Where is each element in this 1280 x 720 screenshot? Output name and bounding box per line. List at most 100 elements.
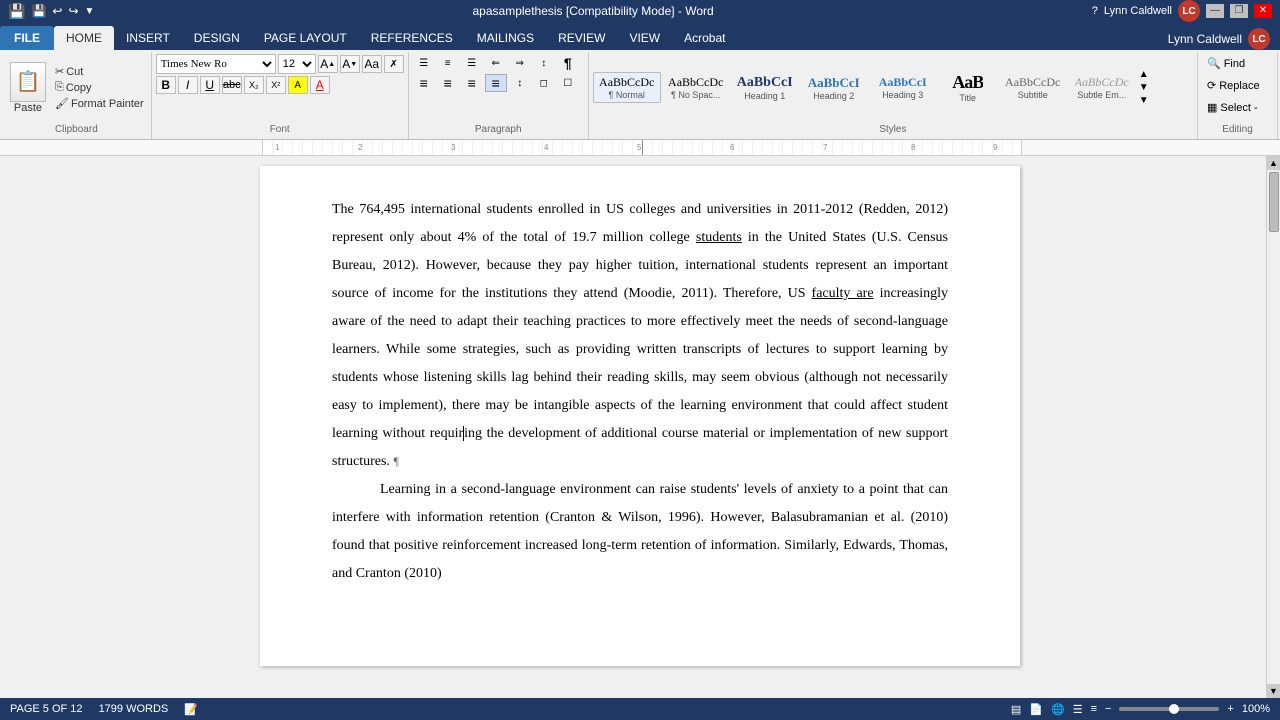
indent-decrease-button[interactable]: ⇐ [485,54,507,72]
show-hide-button[interactable]: ¶ [557,54,579,72]
document-page[interactable]: The 764,495 international students enrol… [260,166,1020,666]
zoom-level[interactable]: 100% [1242,703,1270,715]
numbering-button[interactable]: ≡ [437,54,459,72]
tab-page-layout[interactable]: PAGE LAYOUT [252,26,359,50]
format-painter-button[interactable]: 🖌 Format Painter [52,96,147,111]
styles-more[interactable]: ▼ [1139,95,1153,106]
close-button[interactable]: ✕ [1254,4,1272,18]
justify-button[interactable]: ≡ [485,74,507,92]
italic-button[interactable]: I [178,76,198,94]
view-full-reading[interactable]: 📄 [1029,703,1043,716]
bold-button[interactable]: B [156,76,176,94]
text-color-button[interactable]: A [310,76,330,94]
font-name-select[interactable]: Times New Ro [156,54,276,74]
align-right-button[interactable]: ≡ [461,74,483,92]
font-shrink-button[interactable]: A▼ [340,55,360,73]
style-subtitle[interactable]: AaBbCcDc Subtitle [999,72,1067,103]
document-area[interactable]: The 764,495 international students enrol… [14,156,1266,698]
copy-button[interactable]: ⎘ Copy [52,80,147,95]
quick-access-undo[interactable]: ↩ [52,4,62,18]
font-grow-button[interactable]: A▲ [318,55,338,73]
align-left-button[interactable]: ≡ [413,74,435,92]
select-button[interactable]: ▦ Select - [1202,98,1265,117]
subscript-button[interactable]: X₂ [244,76,264,94]
align-center-button[interactable]: ≡ [437,74,459,92]
styles-scroll-up[interactable]: ▲ [1139,69,1153,80]
scrollbar-right[interactable]: ▲ ▼ [1266,156,1280,698]
style-subtle-em-label: Subtle Em... [1077,90,1126,100]
help-icon[interactable]: ? [1092,5,1098,17]
quick-access-customize[interactable]: ▼ [85,6,95,17]
user-avatar: LC [1178,0,1200,22]
minimize-button[interactable]: — [1206,4,1224,18]
view-web-layout[interactable]: 🌐 [1051,703,1065,716]
bullets-button[interactable]: ☰ [413,54,435,72]
tab-insert[interactable]: INSERT [114,26,182,50]
clear-formatting-button[interactable]: ✗ [384,55,404,73]
tab-design[interactable]: DESIGN [182,26,252,50]
tab-review[interactable]: REVIEW [546,26,617,50]
style-subtle-em[interactable]: AaBbCcDc Subtle Em... [1068,72,1136,103]
user-name: Lynn Caldwell [1104,5,1172,17]
tab-view[interactable]: VIEW [617,26,672,50]
styles-label: Styles [593,121,1193,137]
superscript-button[interactable]: X² [266,76,286,94]
page-indicator: PAGE 5 OF 12 [10,703,83,715]
change-case-button[interactable]: Aa [362,55,382,73]
text-highlight-button[interactable]: A [288,76,308,94]
quick-access-redo[interactable]: ↪ [68,4,78,18]
borders-button[interactable]: ☐ [557,74,579,92]
paragraph-2[interactable]: Learning in a second-language environmen… [332,476,948,588]
cut-button[interactable]: ✂ Cut [52,64,147,79]
view-draft[interactable]: ≡ [1091,703,1097,715]
style-normal[interactable]: AaBbCcDc ¶ Normal [593,72,661,103]
style-title-label: Title [959,93,976,103]
replace-button[interactable]: ⟳ Replace [1202,76,1265,95]
style-heading2[interactable]: AaBbCcI Heading 2 [800,72,868,104]
underline-button[interactable]: U [200,76,220,94]
sort-button[interactable]: ↕ [533,54,555,72]
scroll-down-button[interactable]: ▼ [1267,684,1280,698]
status-right: ▤ 📄 🌐 ☰ ≡ − + 100% [1011,703,1270,716]
zoom-out-button[interactable]: − [1105,703,1111,715]
view-outline[interactable]: ☰ [1073,703,1083,716]
zoom-slider[interactable] [1119,707,1219,711]
indent-increase-button[interactable]: ⇒ [509,54,531,72]
scroll-thumb[interactable] [1269,172,1279,232]
style-subtitle-preview: AaBbCcDc [1005,75,1060,90]
styles-scroll-down[interactable]: ▼ [1139,82,1153,93]
title-bar: 💾 💾 ↩ ↪ ▼ apasamplethesis [Compatibility… [0,0,1280,22]
style-no-spacing[interactable]: AaBbCcDc ¶ No Spac... [662,72,730,103]
tab-acrobat[interactable]: Acrobat [672,26,737,50]
cut-icon: ✂ [55,65,64,78]
strikethrough-button[interactable]: abc [222,76,242,94]
scroll-up-button[interactable]: ▲ [1267,156,1280,170]
shading-button[interactable]: ◻ [533,74,555,92]
tab-home[interactable]: HOME [54,26,114,50]
paragraph-controls: ☰ ≡ ☰ ⇐ ⇒ ↕ ¶ ≡ ≡ ≡ ≡ ↕ ◻ ☐ [413,54,584,121]
title-bar-center: apasamplethesis [Compatibility Mode] - W… [94,4,1091,18]
font-row1: Times New Ro 12 A▲ A▼ Aa ✗ [156,54,404,74]
view-print-layout[interactable]: ▤ [1011,703,1021,716]
tab-references[interactable]: REFERENCES [359,26,465,50]
style-subtle-em-preview: AaBbCcDc [1075,75,1129,90]
zoom-in-button[interactable]: + [1227,703,1233,715]
clipboard-small-buttons: ✂ Cut ⎘ Copy 🖌 Format Painter [52,64,147,111]
paragraph-1[interactable]: The 764,495 international students enrol… [332,196,948,476]
tab-mailings[interactable]: MAILINGS [465,26,546,50]
user-name-tab: Lynn Caldwell [1168,32,1242,46]
tab-file[interactable]: FILE [0,26,54,50]
font-size-select[interactable]: 12 [278,54,316,74]
font-controls: Times New Ro 12 A▲ A▼ Aa ✗ B I U abc X₂ … [156,54,404,121]
multilevel-button[interactable]: ☰ [461,54,483,72]
styles-scroll-controls: ▲ ▼ ▼ [1139,69,1153,106]
style-title[interactable]: AaB Title [938,69,998,106]
style-heading1[interactable]: AaBbCcI Heading 1 [731,72,799,104]
quick-access-save[interactable]: 💾 [31,4,46,18]
find-button[interactable]: 🔍 Find [1202,54,1265,73]
line-spacing-button[interactable]: ↕ [509,74,531,92]
paste-button[interactable]: 📋 Paste [6,60,50,116]
restore-button[interactable]: ❐ [1230,4,1248,18]
word-count: 1799 WORDS [99,703,169,715]
style-heading3[interactable]: AaBbCcI Heading 3 [869,72,937,103]
